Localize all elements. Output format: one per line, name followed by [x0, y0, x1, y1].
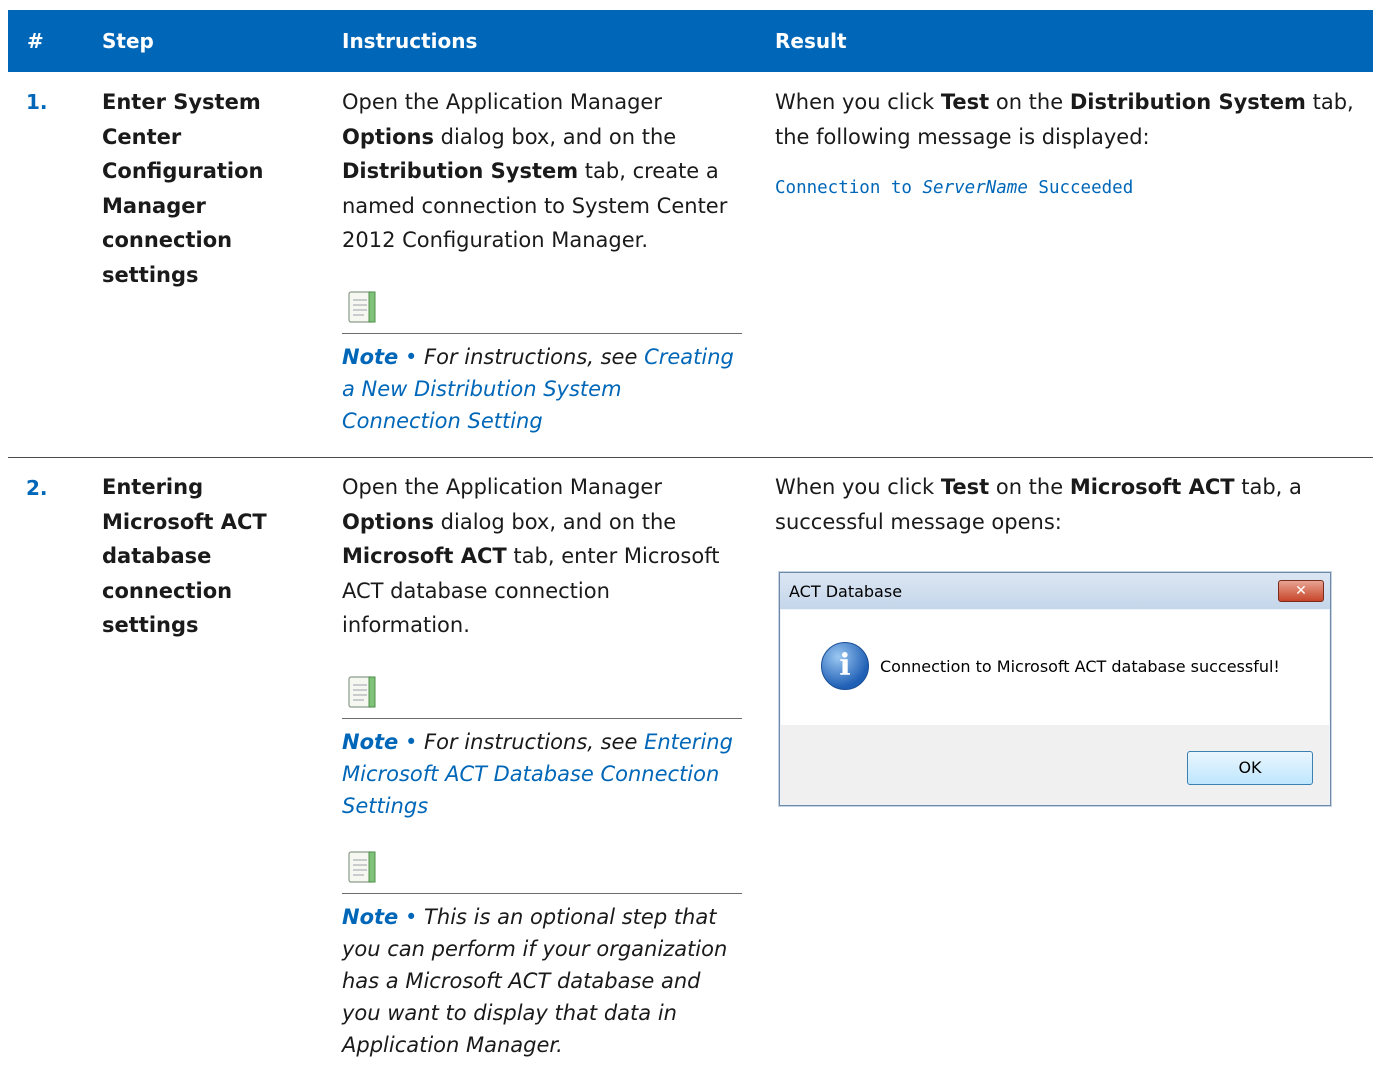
- ok-button: OK: [1187, 751, 1313, 785]
- step-title: Enter System Center Configuration Manage…: [102, 90, 264, 287]
- dialog-footer: OK: [781, 725, 1329, 804]
- act-database-dialog-screenshot: ACT Database ✕ i Connection to Microsoft…: [779, 572, 1331, 806]
- instructions-text: Open the Application Manager Options dia…: [342, 90, 728, 252]
- header-instructions: Instructions: [342, 29, 478, 53]
- note-divider: [342, 333, 742, 334]
- note-text: Note • For instructions, see Creating a …: [342, 345, 734, 433]
- row-number: 1.: [26, 90, 48, 114]
- result-code: Connection to ServerName Succeeded: [775, 178, 1134, 198]
- note-icon: [348, 851, 376, 883]
- note-divider: [342, 893, 742, 894]
- note-icon: [348, 291, 376, 323]
- row-divider: [8, 457, 1373, 458]
- dialog-titlebar: ACT Database ✕: [780, 573, 1330, 609]
- row-number: 2.: [26, 476, 48, 500]
- note-divider: [342, 718, 742, 719]
- note-text: Note • This is an optional step that you…: [342, 905, 728, 1057]
- note-text: Note • For instructions, see Entering Mi…: [342, 730, 733, 818]
- dialog-title: ACT Database: [789, 582, 903, 601]
- dialog-message: Connection to Microsoft ACT database suc…: [880, 657, 1280, 676]
- result-text: When you click Test on the Distribution …: [775, 90, 1354, 149]
- result-text: When you click Test on the Microsoft ACT…: [775, 475, 1302, 534]
- header-num: #: [27, 29, 44, 53]
- instructions-text: Open the Application Manager Options dia…: [342, 475, 720, 637]
- close-icon: ✕: [1278, 580, 1324, 602]
- table-header: # Step Instructions Result: [8, 10, 1373, 72]
- header-step: Step: [102, 29, 154, 53]
- info-icon: i: [821, 642, 869, 690]
- dialog-body: i Connection to Microsoft ACT database s…: [781, 610, 1329, 725]
- step-title: Entering Microsoft ACT database connecti…: [102, 475, 267, 637]
- note-icon: [348, 676, 376, 708]
- header-result: Result: [775, 29, 847, 53]
